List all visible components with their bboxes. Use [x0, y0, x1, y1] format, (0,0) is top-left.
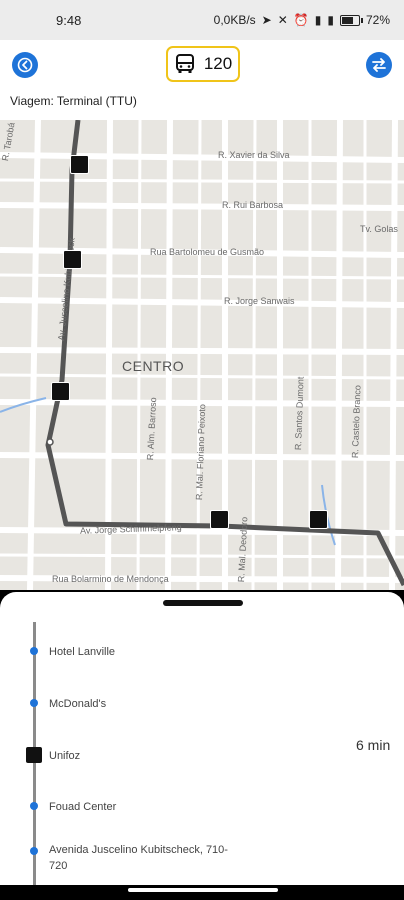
mute-icon: ✕: [277, 13, 288, 27]
street-label: R. Xavier da Silva: [218, 150, 290, 160]
stop-name[interactable]: Hotel Lanville: [49, 644, 115, 660]
stop-dot: [30, 802, 38, 810]
stop-name[interactable]: McDonald's: [49, 696, 106, 712]
location-icon: ➤: [261, 13, 272, 27]
back-button[interactable]: [12, 52, 38, 78]
battery-percent: 72%: [365, 13, 390, 27]
battery-icon: [339, 14, 363, 26]
street-label: Rua Bolarmino de Mendonça: [52, 574, 169, 584]
stop-dot: [30, 847, 38, 855]
bus-marker[interactable]: [63, 250, 82, 269]
stops-sheet[interactable]: Hotel Lanville McDonald's Unifoz Fouad C…: [0, 592, 404, 885]
status-time: 9:48: [56, 12, 82, 28]
signal-icon-2: ▮: [327, 13, 334, 27]
stop-dot: [30, 647, 38, 655]
stop-dot: [30, 699, 38, 707]
stop-name[interactable]: Fouad Center: [49, 799, 116, 815]
signal-icon: ▮: [314, 13, 322, 27]
swap-direction-icon: [372, 58, 386, 72]
status-icons: 0,0KB/s ➤ ✕ ⏰ ▮ ▮ 72%: [214, 13, 390, 27]
alarm-icon: ⏰: [293, 13, 309, 27]
stop-name[interactable]: Avenida Juscelino Kubitscheck, 710-720: [49, 842, 229, 874]
bus-marker[interactable]: [210, 510, 229, 529]
trip-label: Viagem: Terminal (TTU): [10, 94, 137, 108]
district-label: CENTRO: [122, 358, 185, 374]
bus-icon: [26, 747, 42, 763]
street-label: R. Jorge Sanwais: [224, 296, 295, 306]
bus-icon: [175, 54, 194, 73]
home-gesture-bar[interactable]: [128, 888, 278, 892]
map-streets: [0, 120, 404, 590]
bus-marker[interactable]: [70, 155, 89, 174]
map[interactable]: R. Xavier da Silva R. Rui Barbosa Rua Ba…: [0, 120, 404, 590]
route-number: 120: [203, 54, 233, 73]
street-label: R. Rui Barbosa: [222, 200, 284, 210]
bus-marker[interactable]: [51, 382, 70, 401]
street-label: Tv. Golas: [360, 224, 398, 234]
swap-direction-button[interactable]: [366, 52, 392, 78]
header: 120 Viagem: Terminal (TTU): [0, 40, 404, 120]
route-badge[interactable]: 120: [166, 46, 240, 82]
bus-marker[interactable]: [309, 510, 328, 529]
net-speed: 0,0KB/s: [213, 13, 256, 27]
street-label: Rua Bartolomeu de Gusmão: [150, 247, 265, 257]
sheet-drag-handle[interactable]: [163, 600, 243, 606]
system-nav-bar: [0, 885, 404, 900]
eta-text: 6 min: [356, 737, 391, 753]
stop-name[interactable]: Unifoz: [49, 748, 80, 764]
status-bar: 9:48 0,0KB/s ➤ ✕ ⏰ ▮ ▮ 72%: [0, 0, 404, 40]
back-arrow-icon: [17, 57, 33, 73]
